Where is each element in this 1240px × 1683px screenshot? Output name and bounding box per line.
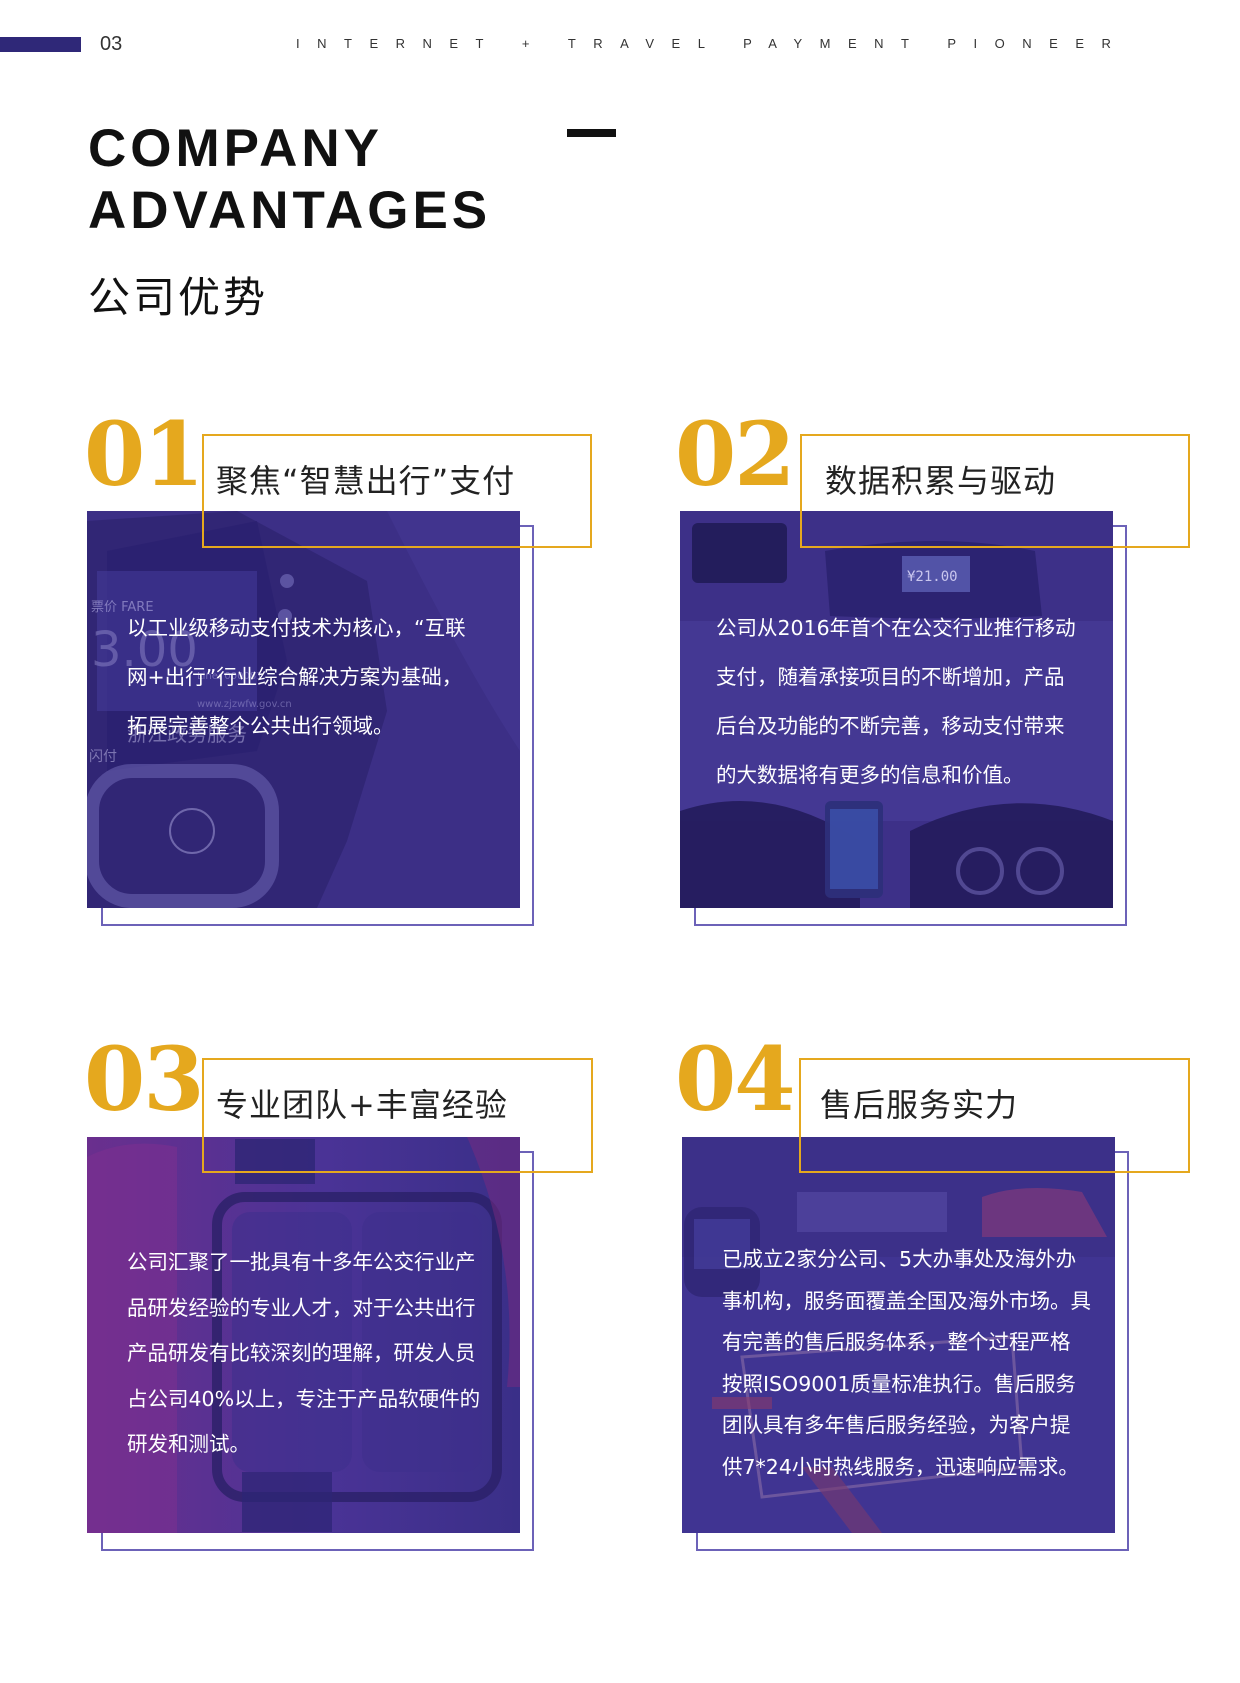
- card-desc-line: 后台及功能的不断完善，移动支付带来: [716, 714, 1065, 738]
- card-desc-line: 产品研发有比较深刻的理解，研发人员: [127, 1341, 476, 1365]
- card-number: 02: [675, 402, 795, 506]
- card-desc-line: 事机构，服务面覆盖全国及海外市场。具: [722, 1288, 1091, 1313]
- card-number: 04: [675, 1027, 795, 1131]
- card-desc-line: 团队具有多年售后服务经验，为客户提: [722, 1413, 1071, 1438]
- header-tagline: INTERNET + TRAVEL PAYMENT PIONEER: [296, 36, 1129, 51]
- card-photo: 票价 FARE 3.00 Line: 000081 浙江政务服务 www.zjz…: [87, 511, 520, 908]
- card-photo: 已成立2家分公司、5大办事处及海外办 事机构，服务面覆盖全国及海外市场。具 有完…: [682, 1137, 1115, 1533]
- photo-text-quickpass: 闪付: [89, 749, 117, 765]
- title-line-2: ADVANTAGES: [88, 181, 492, 240]
- page-number: 03: [100, 33, 123, 55]
- card-description: 公司从2016年首个在公交行业推行移动 支付，随着承接项目的不断增加，产品 后台…: [716, 604, 1076, 800]
- header-accent-bar: [0, 37, 81, 52]
- card-number: 03: [84, 1027, 204, 1131]
- card-desc-line: 研发和测试。: [127, 1432, 250, 1456]
- card-label: 聚焦“智慧出行”支付: [216, 462, 516, 500]
- card-desc-line: 有完善的售后服务体系，整个过程严格: [722, 1330, 1071, 1355]
- card-desc-line: 公司从2016年首个在公交行业推行移动: [716, 616, 1076, 640]
- title-line-1: COMPANY: [88, 119, 383, 178]
- card-desc-line: 按照ISO9001质量标准执行。售后服务: [722, 1371, 1076, 1396]
- card-label: 数据积累与驱动: [825, 462, 1057, 500]
- card-desc-line: 公司汇聚了一批具有十多年公交行业产: [127, 1250, 476, 1274]
- photo-text-meter: ¥21.00: [907, 569, 958, 585]
- title-chinese: 公司优势: [88, 273, 269, 322]
- title-dash-decoration: [567, 129, 616, 137]
- card-description: 以工业级移动支付技术为核心，“互联 网+出行”行业综合解决方案为基础， 拓展完善…: [127, 604, 466, 751]
- card-desc-line: 的大数据将有更多的信息和价值。: [716, 763, 1024, 787]
- card-description: 公司汇聚了一批具有十多年公交行业产 品研发经验的专业人才，对于公共出行 产品研发…: [127, 1240, 480, 1468]
- card-desc-line: 支付，随着承接项目的不断增加，产品: [716, 665, 1065, 689]
- card-desc-line: 网+出行”行业综合解决方案为基础，: [127, 665, 463, 689]
- card-label: 售后服务实力: [820, 1086, 1019, 1124]
- card-desc-line: 拓展完善整个公共出行领域。: [127, 714, 394, 738]
- card-desc-line: 品研发经验的专业人才，对于公共出行: [127, 1295, 476, 1320]
- card-label: 专业团队+丰富经验: [216, 1086, 508, 1124]
- card-desc-line: 以工业级移动支付技术为核心，“互联: [127, 616, 466, 640]
- card-photo: 公司汇聚了一批具有十多年公交行业产 品研发经验的专业人才，对于公共出行 产品研发…: [87, 1137, 520, 1533]
- card-photo: ¥21.00 公司从2016年首个在公交行业推行移动 支付，随着承接项目的不断增…: [680, 511, 1113, 908]
- card-description: 已成立2家分公司、5大办事处及海外办 事机构，服务面覆盖全国及海外市场。具 有完…: [722, 1239, 1091, 1489]
- card-desc-line: 占公司40%以上，专注于产品软硬件的: [127, 1386, 481, 1411]
- card-number: 01: [84, 402, 204, 506]
- card-desc-line: 供7*24小时热线服务，迅速响应需求。: [722, 1454, 1079, 1479]
- card-desc-line: 已成立2家分公司、5大办事处及海外办: [722, 1247, 1077, 1271]
